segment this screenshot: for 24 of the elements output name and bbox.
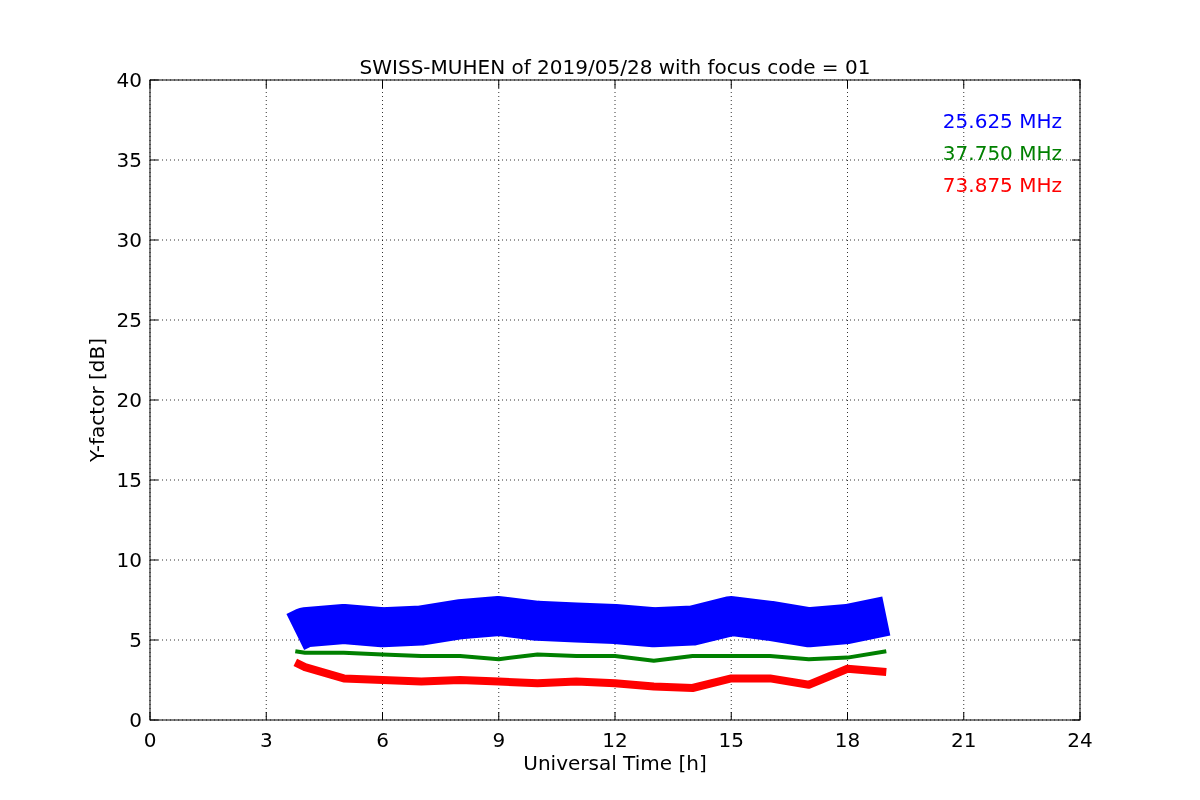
y-tick-label: 40 bbox=[116, 68, 142, 92]
x-tick-label: 24 bbox=[1067, 728, 1093, 752]
y-tick-label: 10 bbox=[116, 548, 142, 572]
x-tick-label: 6 bbox=[376, 728, 389, 752]
x-tick-label: 9 bbox=[492, 728, 506, 752]
legend-label: 73.875 MHz bbox=[942, 173, 1062, 197]
x-tick-label: 12 bbox=[602, 728, 628, 752]
y-tick-label: 25 bbox=[116, 308, 142, 332]
legend-label: 25.625 MHz bbox=[942, 109, 1062, 133]
y-tick-label: 5 bbox=[129, 628, 142, 652]
x-tick-label: 15 bbox=[718, 728, 744, 752]
x-tick-label: 21 bbox=[951, 728, 977, 752]
x-axis-label: Universal Time [h] bbox=[523, 751, 707, 775]
y-tick-label: 30 bbox=[116, 228, 142, 252]
y-tick-label: 0 bbox=[129, 708, 142, 732]
legend-label: 37.750 MHz bbox=[942, 141, 1062, 165]
y-tick-label: 15 bbox=[116, 468, 142, 492]
x-tick-label: 18 bbox=[834, 728, 861, 752]
chart-title: SWISS-MUHEN of 2019/05/28 with focus code = 01 bbox=[359, 55, 871, 79]
y-tick-label: 35 bbox=[116, 148, 142, 172]
x-tick-label: 3 bbox=[259, 728, 273, 752]
y-axis-label: Y-factor [dB] bbox=[85, 338, 109, 462]
x-tick-label: 0 bbox=[143, 728, 157, 752]
y-tick-label: 20 bbox=[116, 388, 142, 412]
